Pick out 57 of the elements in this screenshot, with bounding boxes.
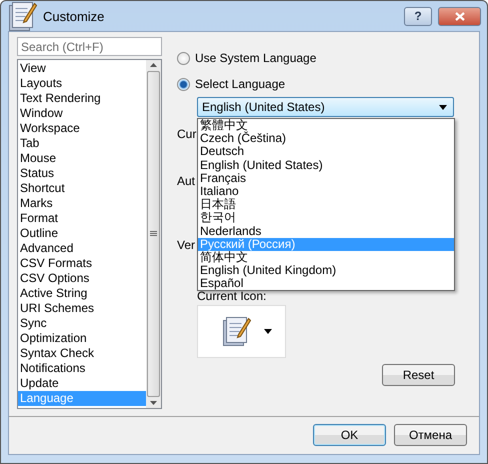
category-item[interactable]: CSV Options bbox=[18, 271, 146, 286]
scrollbar[interactable] bbox=[146, 60, 161, 408]
category-item[interactable]: Active String bbox=[18, 286, 146, 301]
radio-option[interactable]: Select Language bbox=[177, 76, 479, 92]
category-item[interactable]: Layouts bbox=[18, 76, 146, 91]
current-icon-label: Current Icon: bbox=[197, 289, 266, 303]
close-icon bbox=[454, 12, 464, 20]
setting-label: Ver bbox=[177, 238, 196, 252]
category-item[interactable]: Syntax Check bbox=[18, 346, 146, 361]
language-option[interactable]: 繁體中文 bbox=[198, 119, 454, 132]
category-item[interactable]: Optimization bbox=[18, 331, 146, 346]
setting-label: Cur bbox=[177, 127, 196, 141]
reset-button[interactable]: Reset bbox=[382, 364, 455, 386]
icon-picker[interactable] bbox=[197, 305, 286, 358]
category-item[interactable]: Window bbox=[18, 106, 146, 121]
language-option[interactable]: English (United Kingdom) bbox=[198, 264, 454, 278]
language-option[interactable]: 한국어 bbox=[198, 211, 454, 224]
language-option[interactable]: Italiano bbox=[198, 184, 454, 198]
window-title: Customize bbox=[43, 8, 106, 24]
language-option[interactable]: Français bbox=[198, 172, 454, 185]
language-option[interactable]: Español bbox=[198, 277, 454, 290]
language-option[interactable]: 日本語 bbox=[198, 198, 454, 212]
dropdown-arrow-icon bbox=[264, 329, 272, 334]
category-item[interactable]: Sync bbox=[18, 316, 146, 331]
category-item[interactable]: View bbox=[18, 61, 146, 76]
cancel-button[interactable]: Отмена bbox=[394, 424, 467, 446]
category-item[interactable]: Outline bbox=[18, 226, 146, 241]
scroll-down-icon[interactable] bbox=[150, 401, 157, 405]
category-item[interactable]: Marks bbox=[18, 196, 146, 211]
search-field[interactable]: Search (Ctrl+F) bbox=[17, 37, 162, 56]
setting-label: Aut bbox=[177, 174, 196, 188]
category-item[interactable]: Shortcut bbox=[18, 181, 146, 196]
notepad-icon bbox=[222, 317, 251, 346]
category-item[interactable]: CSV Formats bbox=[18, 256, 146, 271]
category-item[interactable]: Advanced bbox=[18, 241, 146, 256]
category-item[interactable]: Format bbox=[18, 211, 146, 226]
scroll-up-icon[interactable] bbox=[150, 63, 157, 67]
language-option[interactable]: English (United States) bbox=[198, 158, 454, 172]
category-item[interactable]: Tab bbox=[18, 136, 146, 151]
category-item[interactable]: Notifications bbox=[18, 361, 146, 376]
category-item[interactable]: Workspace bbox=[18, 121, 146, 136]
radio-option[interactable]: Use System Language bbox=[177, 50, 479, 66]
grip-icon bbox=[150, 231, 157, 237]
language-option[interactable]: 简体中文 bbox=[198, 250, 454, 264]
language-dropdown[interactable]: English (United States) bbox=[197, 97, 454, 117]
language-option[interactable]: Nederlands bbox=[198, 224, 454, 238]
close-button[interactable] bbox=[438, 6, 481, 26]
help-button[interactable]: ? bbox=[404, 6, 432, 26]
category-item[interactable]: Text Rendering bbox=[18, 91, 146, 106]
dropdown-arrow-icon bbox=[439, 104, 447, 110]
category-item[interactable]: Update bbox=[18, 376, 146, 391]
ok-button[interactable]: OK bbox=[313, 424, 386, 446]
language-option[interactable]: Czech (Čeština) bbox=[198, 132, 454, 146]
language-option[interactable]: Deutsch bbox=[198, 145, 454, 159]
category-item[interactable]: Status bbox=[18, 166, 146, 181]
category-item[interactable]: URI Schemes bbox=[18, 301, 146, 316]
category-item[interactable]: Mouse bbox=[18, 151, 146, 166]
